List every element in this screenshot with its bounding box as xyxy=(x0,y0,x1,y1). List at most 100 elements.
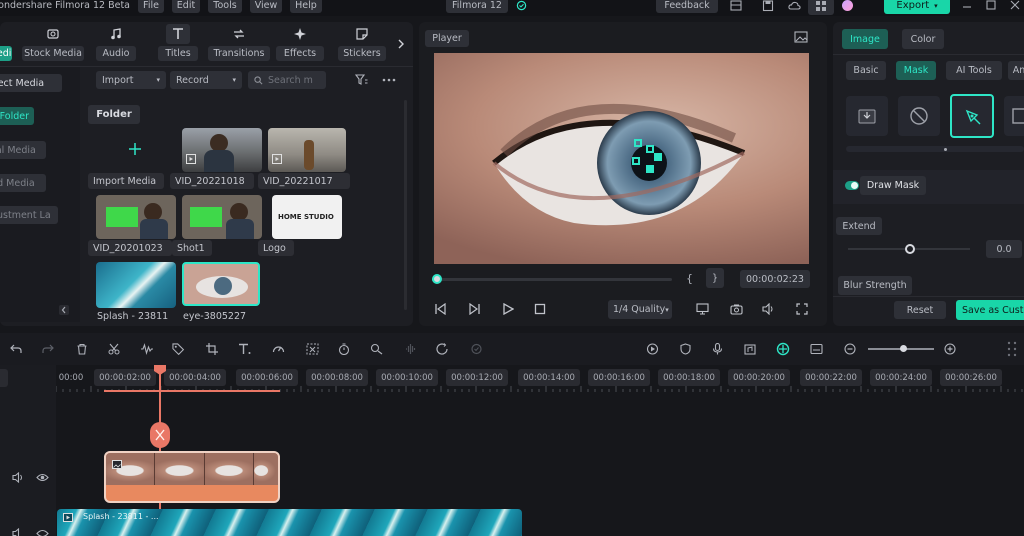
quality-select[interactable]: 1/4 Quality ▾ xyxy=(608,300,672,319)
tab-image[interactable]: Image xyxy=(842,29,888,49)
mask-scrollbar[interactable] xyxy=(846,146,1024,152)
menu-help[interactable]: Help xyxy=(290,0,322,13)
subtab-mask[interactable]: Mask xyxy=(896,61,936,80)
speed-icon[interactable] xyxy=(272,343,285,355)
import-button[interactable]: Import ▾ xyxy=(96,71,166,89)
subtab-animation[interactable]: An xyxy=(1008,61,1024,80)
volume-icon[interactable] xyxy=(762,303,775,315)
zoom-in-icon[interactable] xyxy=(944,343,956,355)
media-item-vid-20221018[interactable] xyxy=(182,128,262,172)
maximize-icon[interactable] xyxy=(986,0,996,10)
timeline-clip-eye[interactable] xyxy=(104,451,280,503)
toolbar-tab-stock-media[interactable]: Stock Media xyxy=(22,24,84,64)
media-item-vid-20201023[interactable] xyxy=(96,195,176,239)
render-icon[interactable] xyxy=(646,343,659,355)
toolbar-tab-transitions[interactable]: Transitions xyxy=(208,24,270,64)
more-icon[interactable] xyxy=(382,75,396,85)
delete-icon[interactable] xyxy=(76,343,88,355)
monitor-icon[interactable] xyxy=(696,303,709,315)
play-icon[interactable] xyxy=(502,303,514,315)
zoom-out-icon[interactable] xyxy=(844,343,856,355)
toolbar-tab-titles[interactable]: Titles xyxy=(158,24,198,64)
chevron-right-icon[interactable] xyxy=(396,38,406,50)
eye-icon[interactable] xyxy=(36,528,49,536)
filter-icon[interactable] xyxy=(355,74,368,86)
magnet-icon[interactable] xyxy=(776,342,790,356)
redo-icon[interactable] xyxy=(42,343,54,355)
sidebar-item-cloud-media[interactable]: Cloud Media xyxy=(0,174,46,192)
mask-marker[interactable] xyxy=(646,165,654,173)
audio-wave-icon[interactable] xyxy=(140,343,154,355)
next-frame-icon[interactable] xyxy=(468,303,481,315)
stop-icon[interactable] xyxy=(534,303,546,315)
shield-icon[interactable] xyxy=(680,343,691,355)
save-icon[interactable] xyxy=(762,0,774,12)
record-button[interactable]: Record ▾ xyxy=(170,71,242,89)
export-button[interactable]: Export ▾ xyxy=(884,0,950,14)
mask-marker[interactable] xyxy=(646,145,654,153)
timer-icon[interactable] xyxy=(338,343,350,355)
layout-icon[interactable] xyxy=(730,0,742,12)
collapse-sidebar-icon[interactable] xyxy=(58,304,70,316)
media-item-shot1[interactable] xyxy=(182,195,262,239)
subtab-ai-tools[interactable]: AI Tools xyxy=(946,61,1002,80)
speaker-icon[interactable] xyxy=(12,528,24,536)
motion-track-icon[interactable] xyxy=(370,343,383,355)
sidebar-item-folder[interactable]: Folder xyxy=(0,107,34,125)
split-marker[interactable] xyxy=(150,422,170,448)
text-icon[interactable] xyxy=(238,343,252,355)
silence-detect-icon[interactable] xyxy=(470,343,483,355)
tag-icon[interactable] xyxy=(172,343,185,355)
close-icon[interactable] xyxy=(1010,0,1020,10)
sidebar-item-project-media[interactable]: Project Media xyxy=(0,74,62,92)
voiceover-icon[interactable] xyxy=(744,343,756,355)
mark-out-button[interactable]: } xyxy=(706,268,724,288)
image-icon[interactable] xyxy=(794,31,808,43)
timeline-clip-splash[interactable]: Splash - 23811 - ... xyxy=(57,509,522,536)
drag-handle-icon[interactable] xyxy=(1006,340,1018,358)
crop-icon[interactable] xyxy=(206,343,218,355)
mask-marker[interactable] xyxy=(654,153,662,161)
auto-enhance-icon[interactable] xyxy=(436,343,449,355)
eye-icon[interactable] xyxy=(36,472,49,483)
subtab-basic[interactable]: Basic xyxy=(846,61,886,80)
media-item-logo[interactable]: HOME STUDIO xyxy=(272,195,342,239)
media-item-eye[interactable] xyxy=(182,262,260,306)
subtitle-icon[interactable] xyxy=(810,343,823,355)
extend-value-input[interactable]: 0.0 xyxy=(986,240,1022,258)
save-as-custom-button[interactable]: Save as Cust xyxy=(956,300,1024,320)
zoom-slider-handle[interactable] xyxy=(900,345,907,352)
tab-color[interactable]: Color xyxy=(902,29,944,49)
player-scrubber[interactable] xyxy=(432,278,672,281)
previous-frame-icon[interactable] xyxy=(434,303,447,315)
draw-mask-toggle[interactable] xyxy=(845,181,859,190)
menu-tools[interactable]: Tools xyxy=(208,0,242,13)
mask-shape-import[interactable] xyxy=(846,96,888,136)
undo-icon[interactable] xyxy=(10,343,22,355)
extend-slider-handle[interactable] xyxy=(905,244,915,254)
sidebar-item-adjustment-layer[interactable]: Adjustment La xyxy=(0,206,58,224)
toolbar-tab-stickers[interactable]: Stickers xyxy=(338,24,386,64)
toolbar-tab-effects[interactable]: Effects xyxy=(276,24,324,64)
feedback-button[interactable]: Feedback xyxy=(656,0,718,13)
scissors-icon[interactable] xyxy=(108,343,120,355)
microphone-icon[interactable] xyxy=(712,343,723,355)
media-item-vid-20221017[interactable] xyxy=(268,128,346,172)
mask-shape-draw[interactable] xyxy=(950,94,994,138)
mark-in-icon[interactable]: { xyxy=(686,272,693,285)
media-scrollbar[interactable] xyxy=(404,100,407,310)
camera-icon[interactable] xyxy=(730,303,743,315)
search-input[interactable]: Search m xyxy=(248,71,326,89)
mask-shape-none[interactable] xyxy=(898,96,940,136)
media-item-splash[interactable] xyxy=(96,262,176,308)
avatar[interactable] xyxy=(842,0,853,11)
minimize-icon[interactable] xyxy=(962,2,972,12)
toolbar-tab-media[interactable]: Media xyxy=(0,26,14,64)
cloud-icon[interactable] xyxy=(788,0,801,12)
stabilize-icon[interactable] xyxy=(306,343,319,355)
mask-shape-rectangle[interactable] xyxy=(1004,96,1024,136)
fullscreen-icon[interactable] xyxy=(796,303,808,315)
audio-split-icon[interactable] xyxy=(404,343,417,355)
mask-marker[interactable] xyxy=(632,157,640,165)
menu-file[interactable]: File xyxy=(138,0,164,13)
